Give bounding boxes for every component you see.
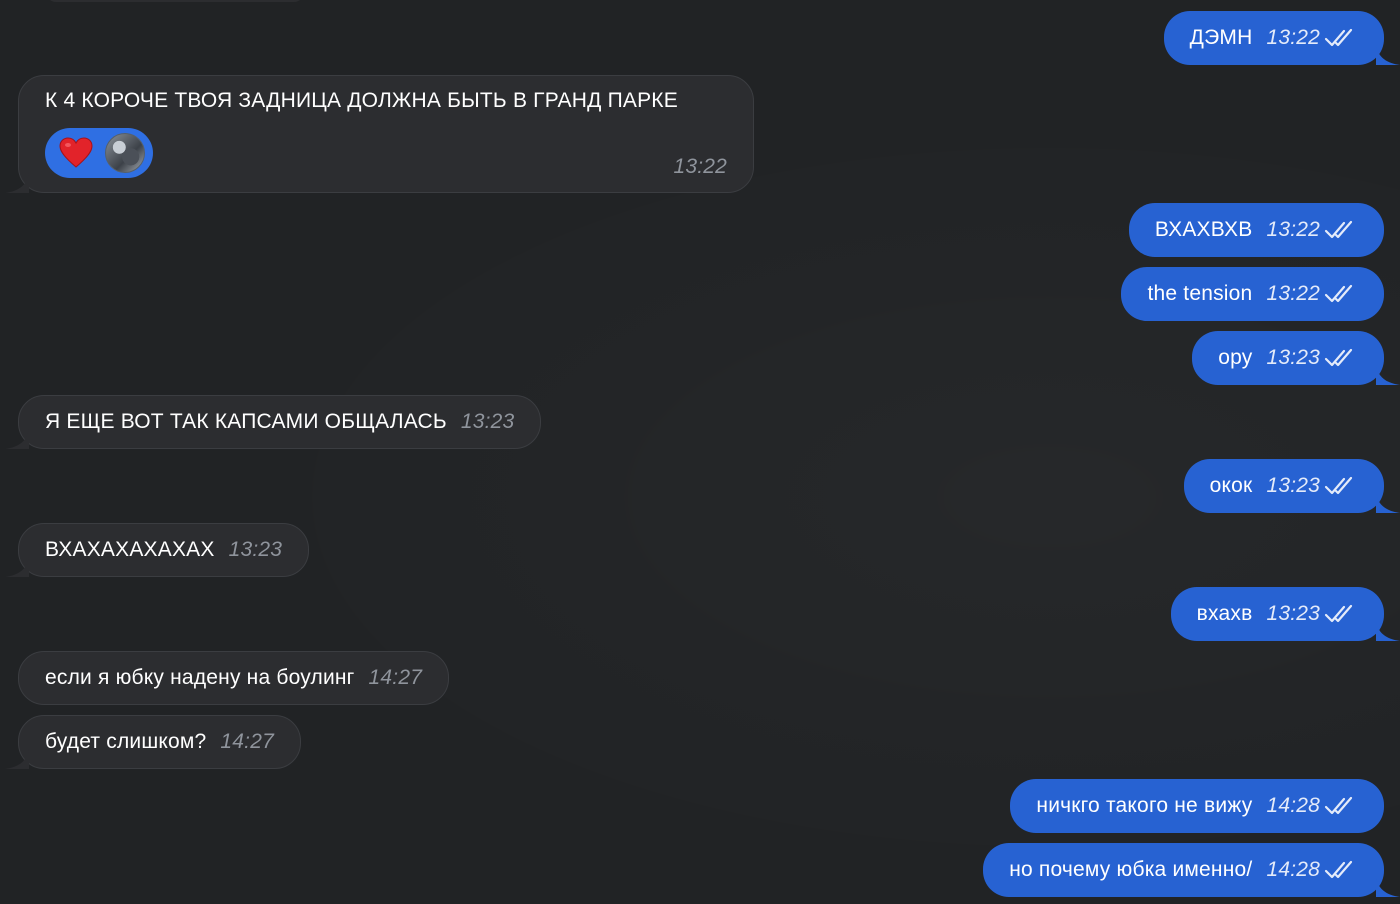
avatar bbox=[105, 133, 145, 173]
heart-icon bbox=[59, 137, 93, 168]
message-text: the tension bbox=[1147, 282, 1253, 305]
double-check-icon bbox=[1324, 28, 1353, 47]
message-text: но почему юбка именно/ bbox=[1009, 858, 1253, 881]
message-text: К 4 КОРОЧЕ ТВОЯ ЗАДНИЦА ДОЛЖНА БЫТЬ В ГР… bbox=[45, 89, 678, 112]
message-time: 14:28 bbox=[1266, 794, 1320, 817]
message-time: 13:23 bbox=[460, 410, 515, 433]
message-text: ДЭМН bbox=[1189, 26, 1253, 49]
message-bubble-incoming[interactable]: если я юбку надену на боулинг 14:27 bbox=[18, 651, 450, 705]
message-time: 14:28 bbox=[1266, 858, 1320, 881]
bubble-tail bbox=[5, 173, 29, 193]
message-bubble-outgoing[interactable]: ору 13:23 bbox=[1192, 331, 1400, 385]
message-bubble-outgoing[interactable]: окок 13:23 bbox=[1183, 459, 1400, 513]
message-time: 13:22 bbox=[1266, 282, 1320, 305]
double-check-icon bbox=[1324, 284, 1353, 303]
double-check-icon bbox=[1324, 796, 1353, 815]
message-time: 13:22 bbox=[1266, 26, 1320, 49]
message-text: окок bbox=[1209, 474, 1253, 497]
previous-message-edge bbox=[46, 0, 304, 2]
double-check-icon bbox=[1324, 860, 1353, 879]
message-text: ВХАХАХАХАХАХ bbox=[45, 538, 215, 561]
bubble-tail bbox=[5, 749, 29, 769]
message-bubble-incoming[interactable]: будет слишком? 14:27 bbox=[5, 715, 301, 769]
message-bubble-incoming[interactable]: К 4 КОРОЧЕ ТВОЯ ЗАДНИЦА ДОЛЖНА БЫТЬ В ГР… bbox=[5, 75, 754, 193]
double-check-icon bbox=[1324, 604, 1353, 623]
message-time: 13:23 bbox=[228, 538, 283, 561]
message-text: Я ЕЩЕ ВОТ ТАК КАПСАМИ ОБЩАЛАСЬ bbox=[45, 410, 447, 433]
bubble-tail bbox=[1376, 877, 1400, 897]
message-time: 13:22 bbox=[1266, 218, 1320, 241]
message-time: 14:27 bbox=[220, 730, 274, 753]
message-text: если я юбку надену на боулинг bbox=[45, 666, 355, 689]
message-bubble-outgoing[interactable]: the tension 13:22 bbox=[1121, 267, 1384, 321]
bubble-tail bbox=[5, 429, 29, 449]
message-time: 13:23 bbox=[1266, 474, 1320, 497]
message-time: 13:23 bbox=[1266, 602, 1320, 625]
double-check-icon bbox=[1324, 476, 1353, 495]
message-text: ВХАХВХВ bbox=[1154, 218, 1253, 241]
message-time: 13:23 bbox=[1266, 346, 1320, 369]
message-text: ничкго такого не вижу bbox=[1036, 794, 1253, 817]
message-bubble-outgoing[interactable]: ДЭМН 13:22 bbox=[1163, 11, 1400, 65]
bubble-tail bbox=[1376, 45, 1400, 65]
message-bubble-incoming[interactable]: ВХАХАХАХАХАХ 13:23 bbox=[5, 523, 310, 577]
chat-window[interactable]: ДЭМН 13:22 К 4 КОРОЧЕ ТВОЯ ЗАДНИЦА ДОЛЖН… bbox=[0, 0, 1400, 904]
message-bubble-outgoing[interactable]: вхахв 13:23 bbox=[1170, 587, 1400, 641]
bubble-tail bbox=[5, 557, 29, 577]
double-check-icon bbox=[1324, 348, 1353, 367]
message-bubble-incoming[interactable]: Я ЕЩЕ ВОТ ТАК КАПСАМИ ОБЩАЛАСЬ 13:23 bbox=[5, 395, 542, 449]
bubble-tail bbox=[1376, 493, 1400, 513]
reaction-pill[interactable] bbox=[45, 128, 153, 178]
bubble-tail bbox=[1376, 621, 1400, 641]
message-text: ору bbox=[1218, 346, 1253, 369]
message-bubble-outgoing[interactable]: ничкго такого не вижу 14:28 bbox=[1010, 779, 1384, 833]
message-text: вхахв bbox=[1196, 602, 1253, 625]
message-time: 13:22 bbox=[673, 155, 727, 178]
bubble-tail bbox=[1376, 365, 1400, 385]
message-text: будет слишком? bbox=[45, 730, 207, 753]
message-bubble-outgoing[interactable]: но почему юбка именно/ 14:28 bbox=[983, 843, 1400, 897]
message-bubble-outgoing[interactable]: ВХАХВХВ 13:22 bbox=[1128, 203, 1384, 257]
double-check-icon bbox=[1324, 220, 1353, 239]
message-time: 14:27 bbox=[368, 666, 423, 689]
